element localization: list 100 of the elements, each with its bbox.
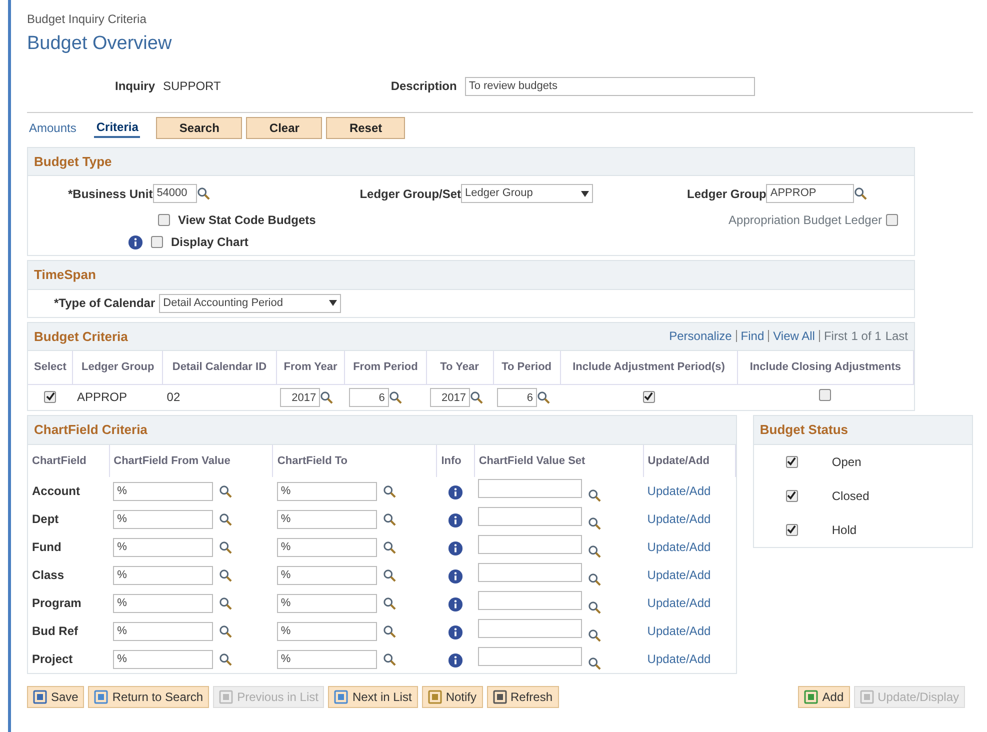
- grid-link[interactable]: View All: [773, 327, 815, 346]
- search-icon[interactable]: [588, 544, 602, 558]
- input-field[interactable]: %: [276, 622, 377, 642]
- checkbox[interactable]: [786, 456, 798, 468]
- update-add-link[interactable]: Update/Add: [647, 484, 711, 498]
- input-field[interactable]: %: [113, 622, 214, 642]
- checkbox[interactable]: [819, 389, 832, 402]
- update-add-link[interactable]: Update/Add: [647, 596, 711, 610]
- input-field[interactable]: 6: [497, 388, 538, 408]
- input-field[interactable]: %: [113, 482, 214, 502]
- input-field[interactable]: %: [113, 538, 214, 558]
- toolbar-button[interactable]: Save: [27, 686, 84, 708]
- grid-link[interactable]: Find: [740, 327, 764, 346]
- input-field[interactable]: [478, 563, 582, 582]
- input-field[interactable]: %: [276, 510, 377, 530]
- search-icon[interactable]: [219, 568, 232, 582]
- search-icon[interactable]: [382, 652, 396, 666]
- section-title: Budget Type: [28, 148, 914, 176]
- update-add-link[interactable]: Update/Add: [647, 568, 711, 582]
- input-field[interactable]: 2017: [280, 388, 320, 408]
- input-field[interactable]: 6: [348, 388, 389, 408]
- search-icon[interactable]: [588, 488, 602, 502]
- search-icon[interactable]: [219, 484, 232, 498]
- input-field[interactable]: %: [113, 650, 214, 670]
- toolbar-button[interactable]: Notify: [422, 686, 482, 708]
- search-icon[interactable]: [219, 624, 232, 638]
- dropdown[interactable]: Ledger Group: [461, 184, 594, 203]
- search-icon[interactable]: [219, 540, 232, 554]
- input-field[interactable]: [478, 591, 582, 610]
- update-add-link[interactable]: Update/Add: [647, 652, 711, 666]
- info-icon[interactable]: [128, 234, 143, 250]
- checkbox[interactable]: [886, 214, 898, 226]
- input-field[interactable]: APPROP: [766, 184, 854, 203]
- tab[interactable]: Amounts: [27, 118, 78, 136]
- info-icon[interactable]: [448, 484, 464, 500]
- input-field[interactable]: %: [276, 650, 377, 670]
- input-field[interactable]: %: [113, 510, 214, 530]
- input-field[interactable]: %: [276, 566, 377, 586]
- input-field[interactable]: [478, 507, 582, 526]
- search-icon[interactable]: [588, 516, 602, 530]
- search-icon[interactable]: [219, 596, 232, 610]
- search-icon[interactable]: [537, 390, 550, 404]
- input-field[interactable]: 2017: [430, 388, 470, 408]
- input-field[interactable]: 54000: [152, 184, 197, 203]
- checkbox[interactable]: [786, 490, 798, 502]
- checkbox[interactable]: [158, 214, 170, 226]
- checkbox[interactable]: [786, 524, 798, 536]
- search-icon[interactable]: [382, 540, 396, 554]
- search-icon[interactable]: [382, 512, 396, 526]
- pager-text[interactable]: Last: [885, 327, 908, 346]
- info-icon[interactable]: [448, 596, 464, 612]
- input-field[interactable]: [478, 619, 582, 638]
- input-field[interactable]: %: [113, 594, 214, 614]
- info-icon[interactable]: [448, 568, 464, 584]
- toolbar-button[interactable]: Refresh: [486, 686, 559, 708]
- input-field[interactable]: [478, 535, 582, 554]
- toolbar-button[interactable]: Return to Search: [88, 686, 210, 708]
- row-select-checkbox[interactable]: [44, 390, 56, 403]
- search-icon[interactable]: [588, 572, 602, 586]
- tab[interactable]: Criteria: [94, 118, 140, 138]
- info-icon[interactable]: [448, 512, 464, 528]
- pager-text[interactable]: First: [824, 327, 848, 346]
- input-field[interactable]: [478, 647, 582, 666]
- input-field[interactable]: %: [276, 482, 377, 502]
- update-add-link[interactable]: Update/Add: [647, 540, 711, 554]
- input-field[interactable]: %: [276, 538, 377, 558]
- search-icon[interactable]: [854, 187, 868, 200]
- action-button[interactable]: Clear: [246, 116, 322, 138]
- search-icon[interactable]: [588, 628, 602, 642]
- action-button[interactable]: Reset: [326, 116, 406, 138]
- search-icon[interactable]: [388, 390, 402, 404]
- search-icon[interactable]: [382, 568, 396, 582]
- dropdown[interactable]: Detail Accounting Period: [159, 294, 342, 312]
- update-add-link[interactable]: Update/Add: [647, 512, 711, 526]
- checkbox[interactable]: [642, 390, 655, 403]
- search-icon[interactable]: [320, 390, 334, 404]
- search-icon[interactable]: [382, 596, 396, 610]
- search-icon[interactable]: [470, 390, 484, 404]
- search-icon[interactable]: [382, 624, 396, 638]
- action-button[interactable]: Search: [156, 116, 242, 138]
- toolbar-button[interactable]: Next in List: [328, 686, 418, 708]
- checkbox[interactable]: [151, 236, 163, 248]
- description-field[interactable]: To review budgets: [464, 76, 755, 96]
- search-icon[interactable]: [196, 187, 210, 200]
- info-icon[interactable]: [448, 624, 464, 640]
- search-icon[interactable]: [588, 656, 602, 670]
- input-field[interactable]: [478, 479, 582, 498]
- grid-link[interactable]: Personalize: [669, 327, 732, 346]
- info-icon[interactable]: [448, 652, 464, 668]
- search-icon[interactable]: [219, 512, 232, 526]
- input-field[interactable]: %: [276, 594, 377, 614]
- info-icon[interactable]: [448, 540, 464, 556]
- search-icon[interactable]: [219, 652, 232, 666]
- input-field[interactable]: %: [113, 566, 214, 586]
- checkbox-label: Appropriation Budget Ledger: [728, 212, 882, 229]
- toolbar-button[interactable]: Add: [798, 686, 850, 708]
- breadcrumb-link[interactable]: Budget Inquiry Criteria: [27, 10, 973, 28]
- search-icon[interactable]: [588, 600, 602, 614]
- update-add-link[interactable]: Update/Add: [647, 624, 711, 638]
- search-icon[interactable]: [382, 484, 396, 498]
